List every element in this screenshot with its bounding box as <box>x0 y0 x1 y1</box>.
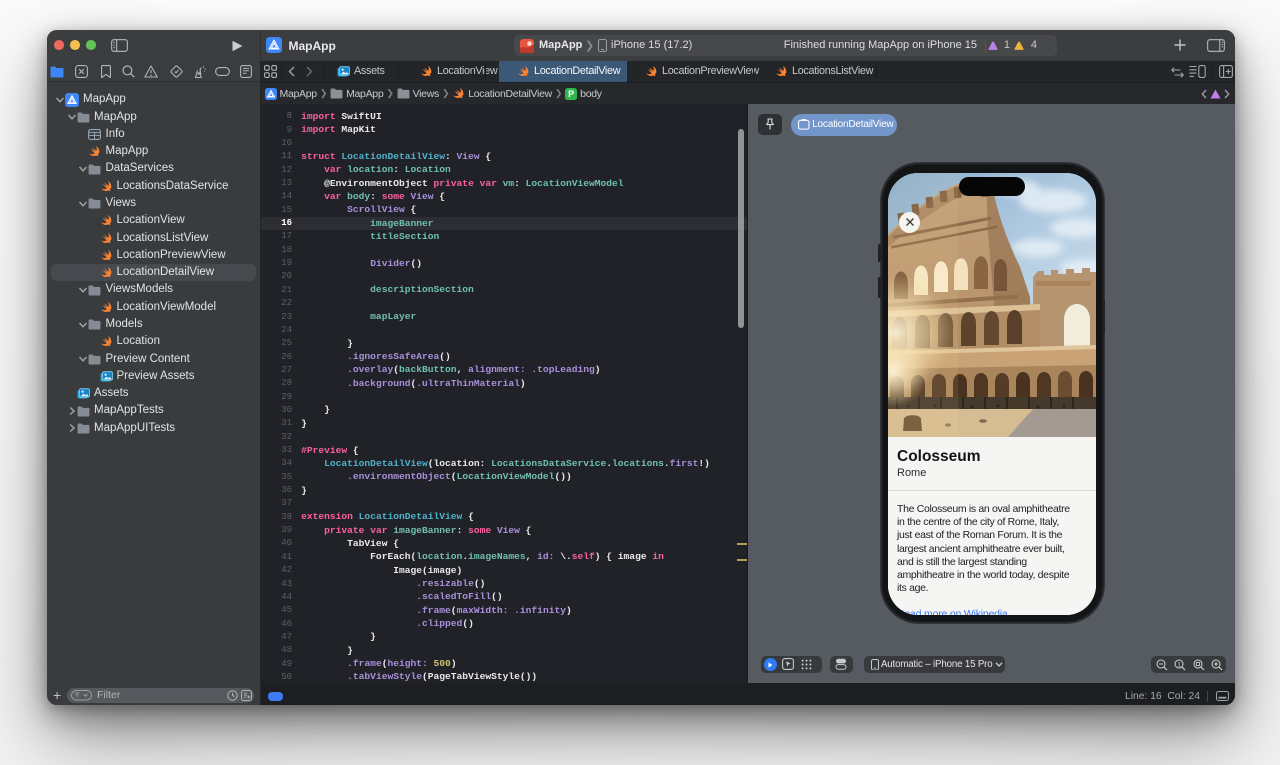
svg-text:P: P <box>568 89 574 99</box>
svg-text:1: 1 <box>1177 661 1181 668</box>
